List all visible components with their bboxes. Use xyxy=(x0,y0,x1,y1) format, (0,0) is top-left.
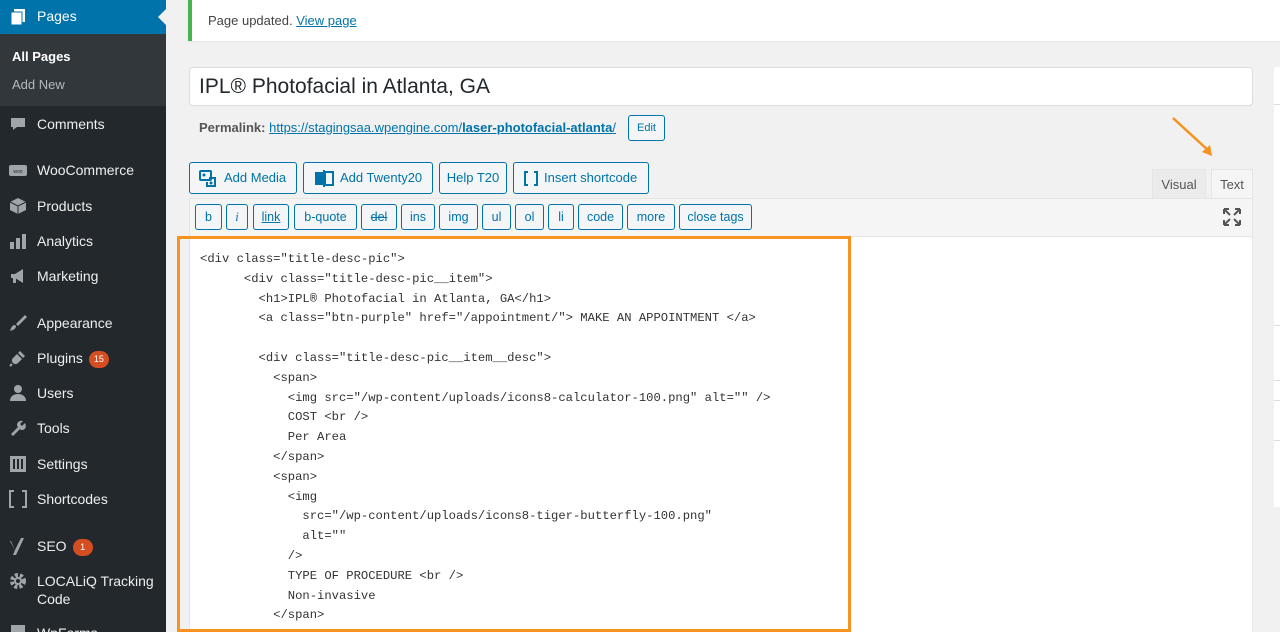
add-twenty20-button[interactable]: Add Twenty20 xyxy=(303,162,433,194)
right-sidebar-divider xyxy=(1274,325,1280,326)
edit-permalink-button[interactable]: Edit xyxy=(628,115,665,141)
sidebar-item-label: Analytics xyxy=(37,233,94,249)
insert-shortcode-button[interactable]: Insert shortcode xyxy=(513,162,649,194)
annotation-arrow xyxy=(1172,117,1212,156)
sidebar-item-label: Products xyxy=(37,198,93,214)
analytics-icon xyxy=(10,234,26,249)
sidebar-item-label: Settings xyxy=(37,456,88,472)
admin-sidebar: Pages All Pages Add New Comments woo Woo… xyxy=(0,0,166,632)
users-icon xyxy=(10,385,26,401)
wrench-icon xyxy=(11,420,26,436)
add-media-button[interactable]: Add Media xyxy=(189,162,297,194)
sidebar-item-analytics[interactable]: Analytics xyxy=(0,224,166,258)
pages-icon xyxy=(11,9,25,25)
tab-visual[interactable]: Visual xyxy=(1152,169,1206,198)
forms-icon xyxy=(11,625,25,632)
button-label: Insert shortcode xyxy=(544,170,638,185)
submenu-add-new[interactable]: Add New xyxy=(12,77,65,92)
update-count-badge: 15 xyxy=(88,351,109,368)
annotation-highlight-box xyxy=(177,236,851,632)
qt-ins-button[interactable]: ins xyxy=(401,204,435,230)
brackets-icon xyxy=(9,490,27,508)
sidebar-item-woocommerce[interactable]: woo WooCommerce xyxy=(0,153,166,187)
permalink-label: Permalink: xyxy=(199,120,266,135)
sidebar-item-tools[interactable]: Tools xyxy=(0,411,166,445)
sidebar-item-label: LOCALiQ Tracking Code xyxy=(37,573,154,607)
twenty20-icon xyxy=(315,170,334,187)
qt-close-tags-button[interactable]: close tags xyxy=(679,204,752,230)
sidebar-item-label: Comments xyxy=(37,116,105,132)
right-sidebar-divider xyxy=(1274,400,1280,401)
qt-del-button[interactable]: del xyxy=(361,204,397,230)
submenu-all-pages[interactable]: All Pages xyxy=(12,49,71,64)
sidebar-item-label: SEO 1 xyxy=(37,537,93,556)
seo-notification-badge: 1 xyxy=(72,539,93,556)
qt-ol-button[interactable]: ol xyxy=(515,204,544,230)
sidebar-item-wpforms[interactable]: WpForms xyxy=(0,616,166,632)
sidebar-item-products[interactable]: Products xyxy=(0,189,166,223)
qt-ul-button[interactable]: ul xyxy=(482,204,511,230)
qt-li-button[interactable]: li xyxy=(548,204,574,230)
sidebar-item-label: WpForms xyxy=(37,624,98,632)
qt-italic-button[interactable]: i xyxy=(226,204,248,230)
sidebar-item-seo[interactable]: SEO 1 xyxy=(0,529,166,563)
button-label: Add Media xyxy=(224,170,287,185)
paintbrush-icon xyxy=(10,315,27,331)
right-sidebar-divider xyxy=(1274,380,1280,381)
qt-bold-button[interactable]: b xyxy=(195,204,222,230)
yoast-icon xyxy=(10,538,24,555)
plug-icon xyxy=(9,351,25,367)
svg-text:woo: woo xyxy=(13,169,22,175)
brackets-icon xyxy=(524,171,538,186)
products-icon xyxy=(9,198,27,214)
sidebar-item-localiq[interactable]: LOCALiQ Tracking Code xyxy=(0,564,166,608)
sidebar-item-label: Appearance xyxy=(37,315,113,331)
sidebar-item-label: Plugins 15 xyxy=(37,349,109,368)
qt-img-button[interactable]: img xyxy=(439,204,478,230)
sidebar-item-plugins[interactable]: Plugins 15 xyxy=(0,341,166,375)
gear-icon xyxy=(10,573,26,589)
sidebar-item-label: Marketing xyxy=(37,268,99,284)
qt-link-button[interactable]: link xyxy=(253,204,289,230)
permalink-url[interactable]: https://stagingsaa.wpengine.com/laser-ph… xyxy=(269,120,616,135)
sidebar-item-users[interactable]: Users xyxy=(0,376,166,410)
current-menu-arrow xyxy=(158,9,166,25)
sidebar-item-label: Pages xyxy=(37,8,77,24)
sidebar-item-pages[interactable]: Pages xyxy=(0,0,166,34)
post-title-box xyxy=(189,67,1253,106)
pages-submenu: All Pages Add New xyxy=(0,34,166,106)
right-sidebar-divider xyxy=(1274,104,1280,105)
view-page-link[interactable]: View page xyxy=(296,13,356,28)
sidebar-item-label: Shortcodes xyxy=(37,491,108,507)
right-sidebar-divider xyxy=(1274,440,1280,441)
help-t20-button[interactable]: Help T20 xyxy=(439,162,507,194)
sidebar-item-label: Users xyxy=(37,385,74,401)
right-sidebar-edge xyxy=(1274,67,1280,507)
sidebar-item-marketing[interactable]: Marketing xyxy=(0,259,166,293)
comments-icon xyxy=(11,118,25,130)
sidebar-item-comments[interactable]: Comments xyxy=(0,107,166,141)
qt-more-button[interactable]: more xyxy=(627,204,675,230)
add-media-icon xyxy=(199,170,216,187)
notice-message: Page updated. View page xyxy=(208,13,357,28)
sidebar-item-label: WooCommerce xyxy=(37,162,134,178)
sidebar-item-label: Tools xyxy=(37,420,70,436)
woocommerce-icon: woo xyxy=(9,165,27,176)
qt-bquote-button[interactable]: b-quote xyxy=(294,204,357,230)
sidebar-item-appearance[interactable]: Appearance xyxy=(0,306,166,340)
button-label: Add Twenty20 xyxy=(340,170,423,185)
page-updated-notice: Page updated. View page xyxy=(188,0,1280,41)
qt-code-button[interactable]: code xyxy=(578,204,623,230)
settings-icon xyxy=(10,456,26,472)
tab-text[interactable]: Text xyxy=(1211,169,1253,198)
fullscreen-icon[interactable] xyxy=(1222,207,1242,227)
sidebar-item-shortcodes[interactable]: Shortcodes xyxy=(0,482,166,516)
megaphone-icon xyxy=(11,269,23,283)
post-title-input[interactable] xyxy=(190,68,1252,105)
sidebar-item-settings[interactable]: Settings xyxy=(0,447,166,481)
permalink-row: Permalink: https://stagingsaa.wpengine.c… xyxy=(199,120,616,135)
